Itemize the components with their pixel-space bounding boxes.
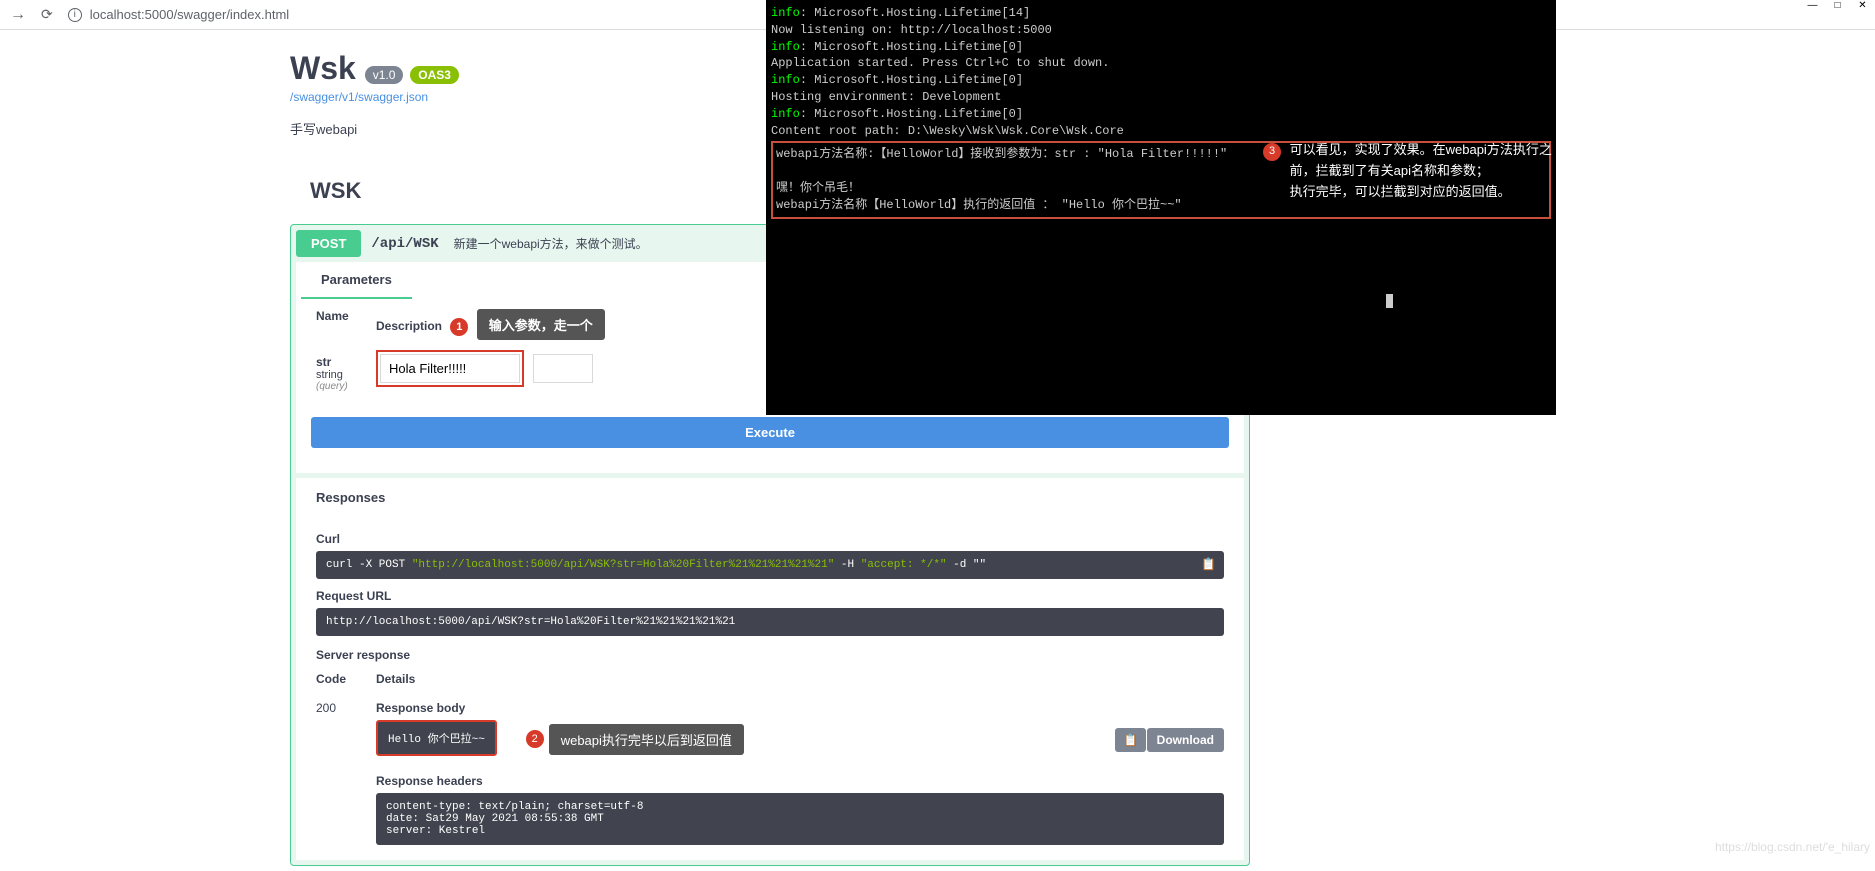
- param-name-col: str string (query): [316, 350, 376, 392]
- response-headers-block: content-type: text/plain; charset=utf-8 …: [376, 793, 1224, 845]
- window-controls: — □ ✕: [1800, 0, 1875, 16]
- response-body-wrap: Hello 你个巴拉~~ 2 webapi执行完毕以后到返回值 📋 Downlo…: [376, 720, 1224, 756]
- response-details: Response body Hello 你个巴拉~~ 2 webapi执行完毕以…: [376, 701, 1224, 845]
- col-name: Name: [316, 309, 376, 340]
- col-description: Description 1 输入参数，走一个: [376, 309, 605, 340]
- terminal-cursor: [1386, 294, 1393, 308]
- method-badge: POST: [296, 230, 361, 257]
- request-url-label: Request URL: [316, 589, 1224, 603]
- param-name: str: [316, 355, 376, 369]
- param-type: string: [316, 369, 376, 381]
- response-section: Curl curl -X POST "http://localhost:5000…: [296, 517, 1244, 860]
- forward-icon[interactable]: →: [10, 6, 26, 24]
- version-badge: v1.0: [365, 66, 404, 84]
- oas-badge: OAS3: [410, 66, 459, 84]
- clipboard-icon[interactable]: 📋: [1115, 728, 1146, 752]
- curl-block: curl -X POST "http://localhost:5000/api/…: [316, 551, 1224, 579]
- parameters-header: Parameters: [301, 262, 412, 299]
- request-url-block: http://localhost:5000/api/WSK?str=Hola%2…: [316, 608, 1224, 636]
- param-input-col: [376, 350, 593, 392]
- annotation-3-badge: 3: [1263, 143, 1281, 161]
- annotation-1-text: 输入参数，走一个: [477, 309, 605, 340]
- maximize-button[interactable]: □: [1825, 0, 1850, 16]
- annotation-2-text: webapi执行完毕以后到返回值: [549, 724, 744, 755]
- response-headers-label: Response headers: [376, 774, 1224, 788]
- path-description: 新建一个webapi方法，来做个测试。: [454, 235, 648, 252]
- input-highlight: [376, 350, 524, 387]
- param-in: (query): [316, 381, 376, 392]
- annotation-3: 3 可以看见，实现了效果。在webapi方法执行之前，拦截到了有关api名称和参…: [1258, 140, 1558, 202]
- path-text: /api/WSK: [371, 236, 438, 252]
- response-code: 200: [316, 701, 376, 845]
- terminal[interactable]: info: Microsoft.Hosting.Lifetime[14] Now…: [766, 0, 1556, 415]
- copy-icon[interactable]: 📋: [1201, 557, 1216, 572]
- details-header: Details: [376, 672, 415, 686]
- info-icon[interactable]: i: [68, 8, 82, 22]
- annotation-1-badge: 1: [450, 318, 468, 336]
- response-table-header: Code Details: [316, 672, 1224, 686]
- curl-label: Curl: [316, 532, 1224, 546]
- annotation-2-badge: 2: [526, 730, 544, 748]
- terminal-output: info: Microsoft.Hosting.Lifetime[14] Now…: [771, 5, 1551, 139]
- server-response-label: Server response: [316, 648, 1224, 662]
- annotation-3-text: 可以看见，实现了效果。在webapi方法执行之前，拦截到了有关api名称和参数；…: [1290, 140, 1555, 202]
- response-body-label: Response body: [376, 701, 1224, 715]
- response-body: Hello 你个巴拉~~: [376, 720, 497, 756]
- url-text: localhost:5000/swagger/index.html: [90, 7, 289, 22]
- execute-button[interactable]: Execute: [311, 417, 1229, 448]
- responses-header: Responses: [296, 478, 1244, 517]
- code-header: Code: [316, 672, 376, 686]
- str-input[interactable]: [380, 354, 520, 383]
- download-button[interactable]: Download: [1147, 728, 1224, 752]
- api-title: Wsk: [290, 50, 356, 87]
- close-button[interactable]: ✕: [1850, 0, 1875, 16]
- minimize-button[interactable]: —: [1800, 0, 1825, 16]
- reload-icon[interactable]: ⟳: [41, 6, 53, 23]
- response-row: 200 Response body Hello 你个巴拉~~ 2 webapi执…: [316, 701, 1224, 845]
- watermark: https://blog.csdn.net/'e_hilary: [1715, 840, 1870, 854]
- annotation-2: 2 webapi执行完毕以后到返回值: [521, 724, 744, 755]
- extra-input[interactable]: [533, 354, 593, 383]
- address-bar[interactable]: i localhost:5000/swagger/index.html: [68, 7, 289, 22]
